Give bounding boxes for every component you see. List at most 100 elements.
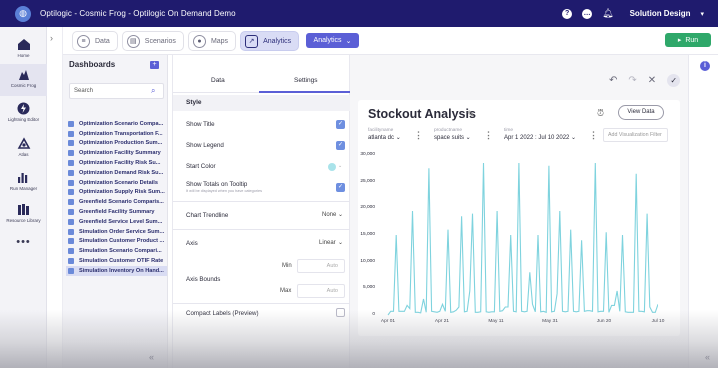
chevron-down-icon[interactable]: ⌄ <box>338 211 343 218</box>
y-tick-label: 25,000 <box>360 178 375 184</box>
alarm-clock-icon[interactable]: ⏰︎ <box>597 108 604 119</box>
filter-menu-icon[interactable]: ⋮ <box>589 130 598 141</box>
user-menu[interactable]: Solution Design <box>630 9 691 18</box>
undo-icon[interactable]: ↶ <box>609 75 617 87</box>
rail-item-run-manager[interactable]: Run Manager <box>0 170 47 191</box>
dashboard-list-item[interactable]: Optimization Facility Summary <box>66 148 167 158</box>
dashboard-list-item[interactable]: Simulation Order Service Sum... <box>66 227 167 237</box>
rail-label: Run Manager <box>9 186 38 191</box>
dashboard-list-item[interactable]: Optimization Facility Risk Su... <box>66 158 167 168</box>
dashboards-panel: Dashboards + Search ⌕ Optimization Scena… <box>63 55 168 368</box>
divider <box>173 201 351 202</box>
tab-label: Data <box>95 37 110 45</box>
chevron-down-icon[interactable]: ⌄ <box>338 163 342 169</box>
optilogic-logo-icon[interactable]: ◍ <box>15 5 31 22</box>
close-icon[interactable]: ✕ <box>648 75 656 87</box>
axis-max-input[interactable]: Auto <box>297 284 345 298</box>
chart-title: Stockout Analysis <box>368 107 476 121</box>
dashboard-list-item[interactable]: Optimization Transportation F... <box>66 129 167 139</box>
filter-label: time <box>504 128 514 133</box>
rail-item-cosmic-frog[interactable]: Cosmic Frog <box>0 64 47 96</box>
show-legend-checkbox[interactable]: ✓ <box>336 141 345 150</box>
filter-value-text: space suits <box>434 135 465 141</box>
show-title-checkbox[interactable]: ✓ <box>336 120 345 129</box>
tab-label: Analytics <box>263 37 292 45</box>
filter-menu-icon[interactable]: ⋮ <box>414 130 423 141</box>
dashboard-list-item[interactable]: Greenfield Facility Summary <box>66 207 167 217</box>
add-dashboard-icon[interactable]: + <box>150 61 159 69</box>
dashboard-list-item[interactable]: Greenfield Scenario Comparis... <box>66 197 167 207</box>
filter-productname[interactable]: productname space suits ⌄ <box>434 128 471 141</box>
analytics-dropdown[interactable]: Analytics ⌄ <box>306 33 359 48</box>
dashboard-list-item[interactable]: Optimization Supply Risk Sum... <box>66 188 167 198</box>
left-rail: Home Cosmic Frog Lightning Editor Atlas … <box>0 27 47 368</box>
confirm-icon[interactable]: ✓ <box>667 74 681 87</box>
tab-settings-settings[interactable]: Settings <box>294 77 318 84</box>
tab-analytics[interactable]: ↗ Analytics <box>240 31 300 51</box>
dashboard-search-input[interactable]: Search <box>69 83 164 99</box>
more-icon[interactable]: ••• <box>0 236 47 248</box>
compact-labels-checkbox[interactable] <box>336 308 345 317</box>
rail-item-home[interactable]: Home <box>0 37 47 58</box>
chat-icon[interactable]: … <box>582 8 593 19</box>
chevron-down-icon[interactable]: ▾ <box>700 10 704 18</box>
info-icon[interactable]: i <box>700 61 710 71</box>
dashboard-item-label: Optimization Production Sum... <box>79 140 163 147</box>
dashboard-list-item[interactable]: Optimization Scenario Details <box>66 178 167 188</box>
collapse-panel-icon[interactable]: « <box>149 352 154 362</box>
bell-icon[interactable]: 🔔︎ <box>602 8 613 19</box>
start-color-label: Start Color <box>186 163 216 170</box>
dashboard-list-item[interactable]: Simulation Customer OTIF Rate <box>66 256 167 266</box>
tab-settings-data[interactable]: Data <box>211 77 225 84</box>
dashboard-list-item[interactable]: Optimization Scenario Compa... <box>66 119 167 129</box>
start-color-swatch[interactable] <box>328 163 336 171</box>
run-manager-icon <box>16 170 32 184</box>
redo-icon[interactable]: ↷ <box>628 75 636 87</box>
collapse-right-icon[interactable]: « <box>705 352 710 362</box>
show-totals-hint: It will be displayed when you have categ… <box>186 189 262 193</box>
filter-value-text: atlanta dc <box>368 135 395 141</box>
lightning-icon <box>16 101 32 115</box>
dashboard-list-item[interactable]: Optimization Demand Risk Su... <box>66 168 167 178</box>
home-icon <box>16 37 32 51</box>
filter-time[interactable]: time Apr 1 2022 : Jul 10 2022 ⌄ <box>504 128 576 141</box>
dashboard-list-item[interactable]: Optimization Production Sum... <box>66 139 167 149</box>
dashboard-list-item[interactable]: Simulation Customer Product ... <box>66 237 167 247</box>
tab-data[interactable]: ≡ Data <box>72 31 118 51</box>
filter-value: space suits ⌄ <box>434 135 471 141</box>
rail-label: Lightning Editor <box>7 117 40 122</box>
view-data-button[interactable]: View Data <box>618 105 664 120</box>
dashboard-item-label: Optimization Scenario Details <box>79 179 158 186</box>
tab-scenarios[interactable]: ▤ Scenarios <box>121 31 184 51</box>
tab-maps[interactable]: ● Maps <box>187 31 237 51</box>
add-visualization-filter-input[interactable]: Add Visualization Filter <box>603 128 668 142</box>
axis-select[interactable]: Linear <box>319 240 336 246</box>
min-label: Min <box>282 263 292 269</box>
dashboard-list-item[interactable]: Simulation Inventory On Hand... <box>66 265 167 276</box>
dashboard-list-item[interactable]: Simulation Scenario Compari... <box>66 246 167 256</box>
x-tick-label: May 31 <box>542 319 558 324</box>
axis-min-input[interactable]: Auto <box>297 259 345 273</box>
rail-item-lightning-editor[interactable]: Lightning Editor <box>0 101 47 122</box>
database-icon: ≡ <box>77 34 90 48</box>
help-icon[interactable]: ? <box>562 8 573 19</box>
edit-pencil-icon[interactable]: ✎ <box>467 109 475 120</box>
top-bar: ◍ Optilogic - Cosmic Frog - Optilogic On… <box>0 0 718 27</box>
search-icon[interactable]: ⌕ <box>151 86 155 96</box>
dashboard-icon <box>68 179 74 186</box>
x-tick-label: Jul 10 <box>651 319 665 324</box>
show-totals-checkbox[interactable]: ✓ <box>336 183 345 192</box>
run-button[interactable]: ▸ Run <box>665 33 711 47</box>
dashboard-item-label: Greenfield Facility Summary <box>79 209 155 216</box>
rail-item-atlas[interactable]: Atlas <box>0 136 47 157</box>
chart-trendline-select[interactable]: None <box>322 212 336 218</box>
filter-label: productname <box>434 128 462 133</box>
rail-expander[interactable]: › <box>47 27 63 368</box>
dashboard-list-item[interactable]: Greenfield Service Level Sum... <box>66 217 167 227</box>
filter-menu-icon[interactable]: ⋮ <box>484 130 493 141</box>
rail-item-resource-library[interactable]: Resource Library <box>0 202 47 223</box>
filter-facilityname[interactable]: facilityname atlanta dc ⌄ <box>368 128 401 141</box>
frog-icon <box>16 67 32 81</box>
chevron-right-icon: › <box>50 33 53 43</box>
chevron-down-icon[interactable]: ⌄ <box>338 239 343 246</box>
